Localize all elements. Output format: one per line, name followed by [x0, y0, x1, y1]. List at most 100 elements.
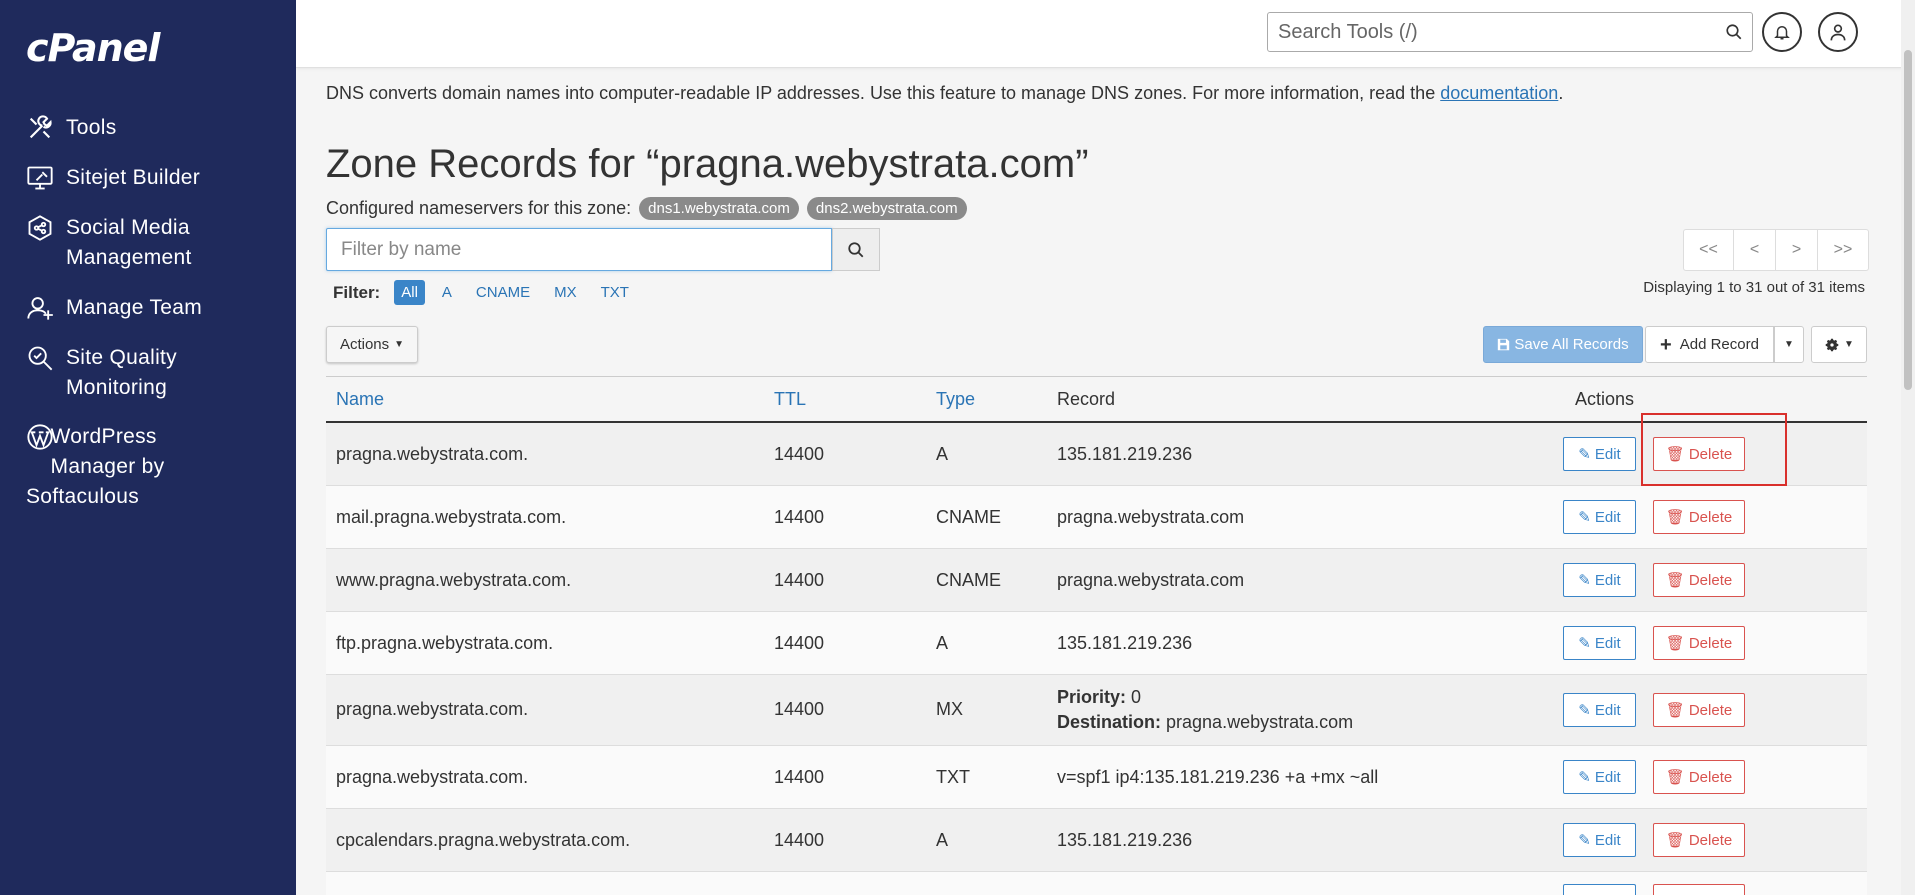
plus-icon: +: [1660, 333, 1672, 356]
trash-icon: 🗑: [1665, 635, 1685, 652]
delete-button[interactable]: 🗑 Delete: [1653, 563, 1745, 597]
trash-icon: 🗑: [1665, 572, 1685, 589]
last-page-button[interactable]: >>: [1818, 230, 1868, 270]
record-name: ftp.pragna.webystrata.com.: [336, 633, 554, 653]
trash-icon: 🗑: [1665, 832, 1685, 849]
table-row: www.pragna.webystrata.com. 14400 CNAME p…: [326, 549, 1867, 612]
trash-icon: 🗑: [1665, 702, 1685, 719]
search-tools-box: [1267, 12, 1753, 52]
edit-button[interactable]: ✎ Edit: [1563, 693, 1636, 727]
edit-button[interactable]: ✎ Edit: [1563, 437, 1636, 471]
prev-page-button[interactable]: <: [1734, 230, 1776, 270]
delete-button[interactable]: 🗑 Delete: [1653, 823, 1745, 857]
search-tools-input[interactable]: [1268, 13, 1716, 51]
table-row: pragna.webystrata.com. 14400 TXT v=spf1 …: [326, 746, 1867, 809]
user-menu-button[interactable]: [1818, 12, 1858, 52]
page-scrollbar[interactable]: [1901, 0, 1915, 895]
edit-button[interactable]: [1563, 884, 1636, 895]
monitor-brush-icon: [26, 163, 54, 193]
cpanel-logo[interactable]: cPanel: [26, 26, 160, 70]
documentation-link[interactable]: documentation: [1440, 83, 1558, 103]
edit-button[interactable]: ✎ Edit: [1563, 760, 1636, 794]
table-row: pragna.webystrata.com. 14400 A 135.181.2…: [326, 423, 1867, 486]
record-ttl: 14400: [774, 570, 825, 590]
filter-option-mx[interactable]: MX: [547, 280, 584, 305]
search-icon[interactable]: [1716, 23, 1752, 41]
save-all-records-button[interactable]: Save All Records: [1483, 326, 1643, 363]
trash-icon: 🗑: [1665, 446, 1685, 463]
pencil-icon: ✎: [1578, 769, 1591, 786]
mx-priority: Priority: 0: [1057, 687, 1142, 707]
gear-icon: [1825, 338, 1839, 351]
column-type-header[interactable]: Type: [936, 389, 975, 410]
record-value: 135.181.219.236: [1057, 830, 1193, 850]
table-row: ftp.pragna.webystrata.com. 14400 A 135.1…: [326, 612, 1867, 675]
record-name: pragna.webystrata.com.: [336, 699, 529, 719]
sidebar-item-manage-team[interactable]: Manage Team: [26, 293, 202, 323]
sidebar-item-sitejet-builder[interactable]: Sitejet Builder: [26, 163, 200, 193]
trash-icon: 🗑: [1665, 509, 1685, 526]
intro-text: DNS converts domain names into computer-…: [326, 83, 1564, 103]
edit-button[interactable]: ✎ Edit: [1563, 626, 1636, 660]
sidebar-item-tools[interactable]: Tools: [26, 113, 117, 143]
sidebar: cPanel Tools Sitejet Builder Social Medi…: [0, 0, 296, 895]
add-record-button[interactable]: + Add Record: [1645, 326, 1774, 363]
record-name: cpcalendars.pragna.webystrata.com.: [336, 830, 631, 850]
delete-button[interactable]: 🗑 Delete: [1653, 760, 1745, 794]
save-icon: [1498, 338, 1510, 351]
nameserver-badge-2: dns2.webystrata.com: [806, 197, 967, 220]
delete-button[interactable]: 🗑 Delete: [1653, 693, 1745, 727]
caret-down-icon: ▼: [1844, 339, 1854, 350]
caret-down-icon: ▼: [1784, 339, 1794, 350]
user-add-icon: [26, 293, 54, 323]
record-name: pragna.webystrata.com.: [336, 767, 529, 787]
edit-button[interactable]: ✎ Edit: [1563, 563, 1636, 597]
trash-icon: 🗑: [1665, 769, 1685, 786]
filter-by-name-input[interactable]: [327, 229, 831, 270]
zone-records-table: Name TTL Type Record Actions pragna.weby…: [326, 376, 1867, 895]
delete-button[interactable]: 🗑 Delete: [1653, 500, 1745, 534]
delete-button[interactable]: [1653, 884, 1745, 895]
pencil-icon: ✎: [1578, 702, 1591, 719]
column-ttl-header[interactable]: TTL: [774, 389, 806, 410]
record-value: v=spf1 ip4:135.181.219.236 +a +mx ~all: [1057, 767, 1379, 787]
sidebar-item-wordpress-manager[interactable]: WordPress Manager by Softaculous: [26, 422, 164, 512]
column-record-header: Record: [1057, 389, 1116, 409]
page-title: Zone Records for “pragna.webystrata.com”: [326, 142, 1089, 186]
pagination: << < > >>: [1683, 229, 1869, 271]
edit-button[interactable]: ✎ Edit: [1563, 500, 1636, 534]
edit-button[interactable]: ✎ Edit: [1563, 823, 1636, 857]
tools-icon: [26, 113, 54, 143]
next-page-button[interactable]: >: [1776, 230, 1818, 270]
delete-button[interactable]: 🗑 Delete: [1653, 626, 1745, 660]
first-page-button[interactable]: <<: [1684, 230, 1734, 270]
record-value: 135.181.219.236: [1057, 444, 1193, 464]
filter-option-all[interactable]: All: [394, 280, 425, 305]
type-filter-row: Filter: All A CNAME MX TXT: [333, 280, 646, 305]
delete-button[interactable]: 🗑 Delete: [1653, 437, 1745, 471]
table-header: Name TTL Type Record Actions: [326, 376, 1867, 423]
column-name-header[interactable]: Name: [336, 389, 384, 410]
filter-option-txt[interactable]: TXT: [594, 280, 636, 305]
search-icon: [848, 241, 864, 257]
record-type: A: [936, 444, 949, 464]
notifications-button[interactable]: [1762, 12, 1802, 52]
sidebar-item-site-quality-monitoring[interactable]: Site Quality Monitoring: [26, 343, 177, 403]
table-row: [326, 872, 1867, 895]
record-type: CNAME: [936, 507, 1002, 527]
column-actions-header: Actions: [1575, 389, 1635, 409]
sidebar-item-social-media-management[interactable]: Social Media Management: [26, 213, 192, 273]
settings-dropdown-button[interactable]: ▼: [1811, 326, 1867, 363]
pencil-icon: ✎: [1578, 572, 1591, 589]
filter-option-cname[interactable]: CNAME: [469, 280, 537, 305]
nameservers-line: Configured nameservers for this zone: dn…: [326, 197, 967, 220]
user-icon: [1830, 24, 1846, 41]
displaying-count: Displaying 1 to 31 out of 31 items: [1643, 279, 1865, 296]
filter-label: Filter:: [333, 282, 381, 302]
filter-option-a[interactable]: A: [435, 280, 459, 305]
actions-dropdown-button[interactable]: Actions ▼: [326, 326, 418, 363]
add-record-type-dropdown[interactable]: ▼: [1774, 326, 1804, 363]
filter-search-button[interactable]: [832, 228, 880, 271]
scrollbar-thumb[interactable]: [1904, 50, 1912, 390]
record-name: pragna.webystrata.com.: [336, 444, 529, 464]
